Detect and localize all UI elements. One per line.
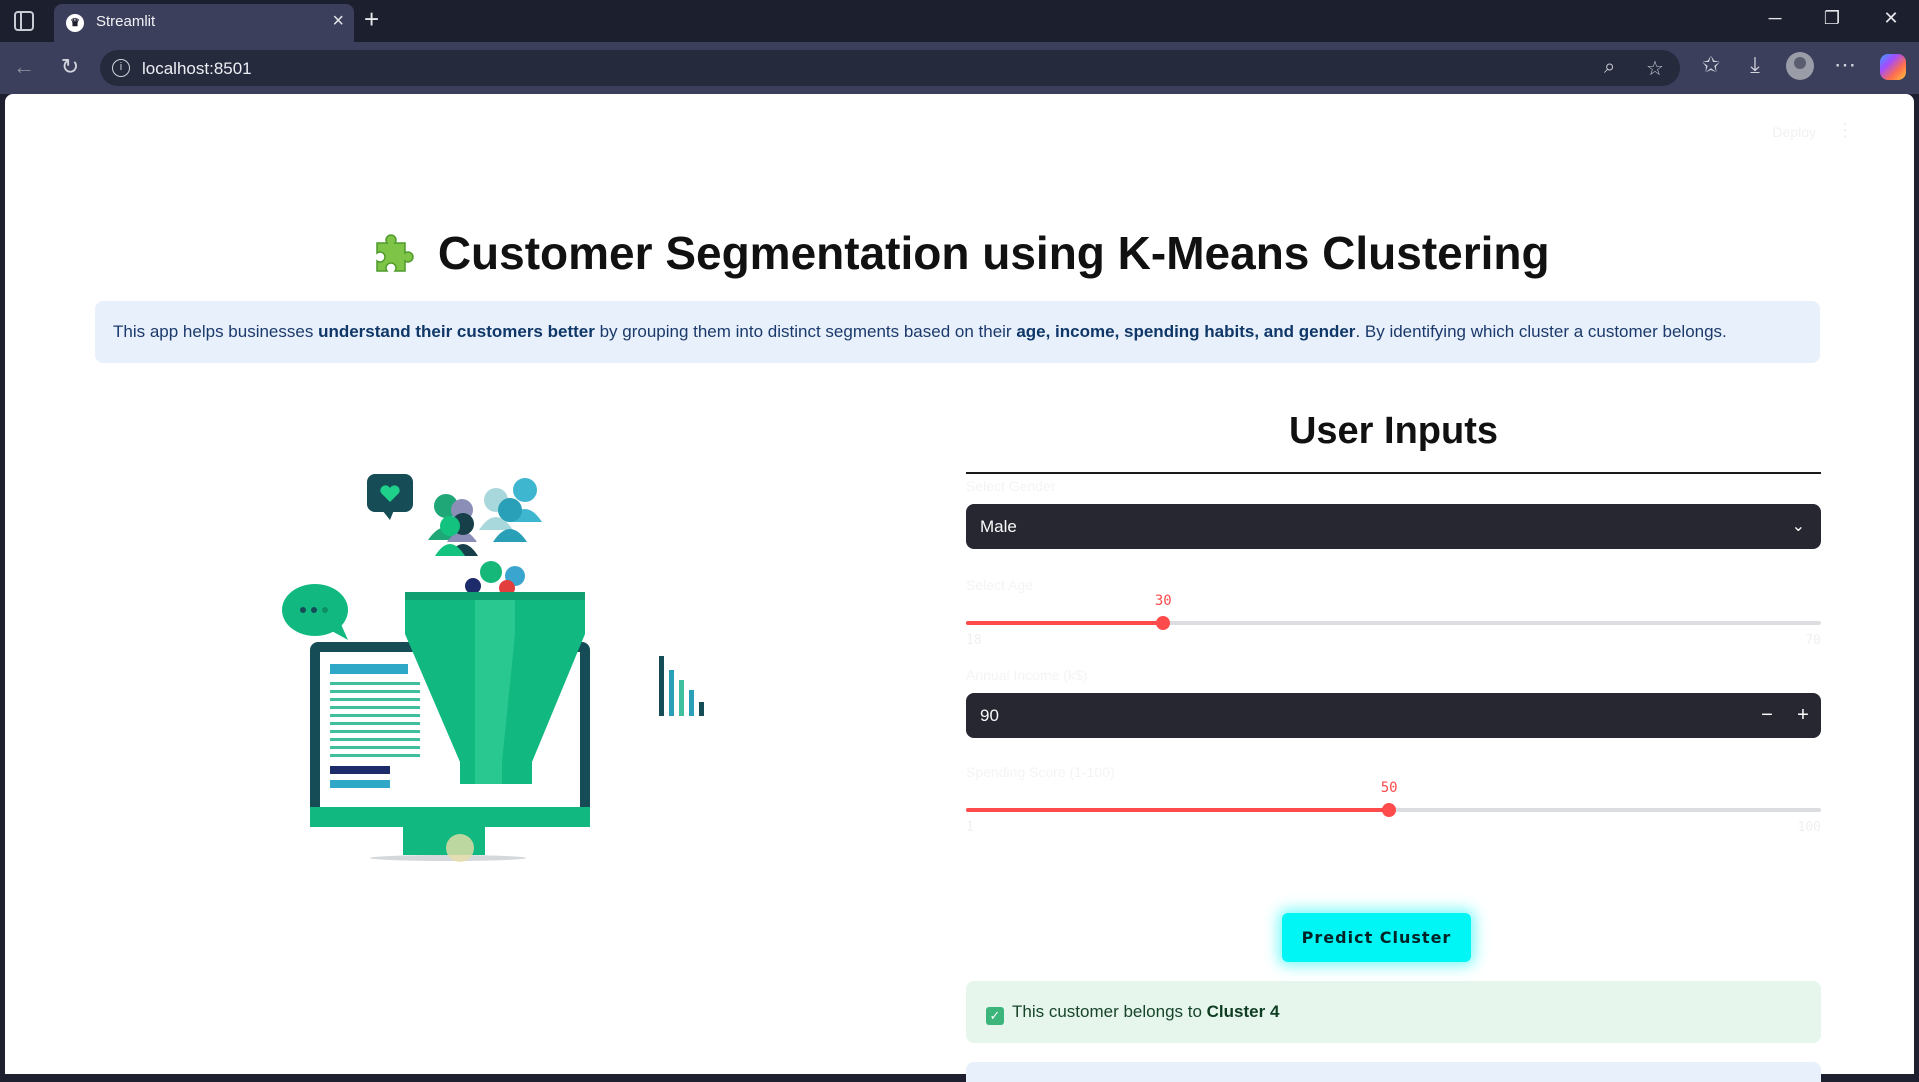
info-description-box: This app helps businesses understand the… <box>95 301 1820 363</box>
result-prefix: This customer belongs to <box>1012 1002 1207 1021</box>
browser-titlebar: ♛ Streamlit × + ─ ❐ ✕ <box>0 0 1919 42</box>
slider-fill <box>966 621 1164 625</box>
decrement-button[interactable]: − <box>1749 693 1785 738</box>
slider-max: 100 <box>1797 820 1821 835</box>
back-icon[interactable]: ← <box>10 54 38 80</box>
profile-avatar-icon[interactable] <box>1786 52 1814 80</box>
predict-cluster-button[interactable]: Predict Cluster <box>1282 913 1471 962</box>
main-menu-icon[interactable]: ⋮ <box>1836 120 1854 141</box>
spending-slider[interactable]: 50 1 100 <box>966 780 1821 835</box>
tab-title: Streamlit <box>96 13 156 30</box>
more-options-icon[interactable]: ⋯ <box>1830 52 1860 78</box>
age-slider[interactable]: 30 18 70 <box>966 593 1821 648</box>
increment-button[interactable]: + <box>1785 693 1821 738</box>
slider-value: 30 <box>1154 593 1172 609</box>
result-success-box: ✓ This customer belongs to Cluster 4 <box>966 981 1821 1043</box>
info-bold-1: understand their customers better <box>318 322 595 341</box>
result-cluster: Cluster 4 <box>1206 1002 1280 1021</box>
heart-bubble-icon <box>367 474 413 520</box>
chevron-down-icon[interactable]: ⌄ <box>1792 504 1805 549</box>
page-title: Customer Segmentation using K-Means Clus… <box>437 227 1550 279</box>
slider-max: 70 <box>1805 633 1821 648</box>
spending-label: Spending Score (1-100) <box>966 764 1115 780</box>
restore-icon[interactable]: ❐ <box>1820 8 1844 29</box>
favorite-star-icon[interactable]: ☆ <box>1646 56 1664 81</box>
window-close-icon[interactable]: ✕ <box>1879 8 1903 29</box>
reload-icon[interactable]: ↻ <box>56 54 84 80</box>
info-text-2: by grouping them into distinct segments … <box>594 322 1017 341</box>
user-inputs-panel: User Inputs Select Gender Male ⌄ Select … <box>966 398 1821 835</box>
gender-label: Select Gender <box>966 478 1056 494</box>
slider-fill <box>966 808 1390 812</box>
new-tab-icon[interactable]: + <box>364 4 379 35</box>
page-header: Customer Segmentation using K-Means Clus… <box>5 226 1914 280</box>
info-text-3: . By identifying which cluster a custome… <box>1355 322 1727 341</box>
section-title: User Inputs <box>1288 410 1499 452</box>
favorites-icon[interactable]: ✩ <box>1696 52 1726 78</box>
zoom-icon[interactable]: ⌕ <box>1604 56 1615 79</box>
minimize-icon[interactable]: ─ <box>1763 8 1787 29</box>
puzzle-piece-icon <box>376 234 415 272</box>
download-icon[interactable]: ⤓ <box>1740 52 1770 78</box>
slider-min: 1 <box>966 820 974 835</box>
deploy-button[interactable]: Deploy <box>1772 124 1816 140</box>
url-text[interactable]: localhost:8501 <box>142 59 252 79</box>
income-label: Annual Income (k$) <box>966 667 1088 683</box>
age-label: Select Age <box>966 577 1033 593</box>
customer-funnel-illustration <box>282 474 704 862</box>
next-info-box <box>966 1062 1821 1082</box>
tab-close-icon[interactable]: × <box>332 10 344 33</box>
check-icon: ✓ <box>986 1007 1004 1025</box>
chat-bubble-icon <box>282 584 348 640</box>
browser-toolbar: ← ↻ i localhost:8501 ⌕ ☆ ✩ ⤓ ⋯ <box>0 42 1919 94</box>
site-info-icon[interactable]: i <box>112 59 130 77</box>
info-text-1: This app helps businesses <box>113 322 319 341</box>
streamlit-favicon-icon: ♛ <box>66 14 84 32</box>
copilot-icon[interactable] <box>1880 54 1906 80</box>
people-group-icon <box>428 478 542 596</box>
income-value[interactable]: 90 <box>980 706 999 725</box>
gender-select-value: Male <box>980 517 1017 536</box>
browser-tab[interactable]: ♛ Streamlit × <box>54 4 354 42</box>
slider-thumb[interactable] <box>1382 803 1397 817</box>
slider-min: 18 <box>966 633 982 648</box>
bar-chart-icon <box>659 656 704 716</box>
info-bold-2: age, income, spending habits, and gender <box>1016 322 1356 341</box>
slider-thumb[interactable] <box>1156 616 1171 630</box>
gender-select[interactable]: Male ⌄ <box>966 504 1821 549</box>
income-number-input[interactable]: 90 − + <box>966 693 1821 738</box>
address-bar[interactable]: i localhost:8501 ⌕ ☆ <box>100 50 1680 86</box>
slider-value: 50 <box>1380 780 1398 796</box>
tab-actions-icon[interactable] <box>14 11 34 31</box>
